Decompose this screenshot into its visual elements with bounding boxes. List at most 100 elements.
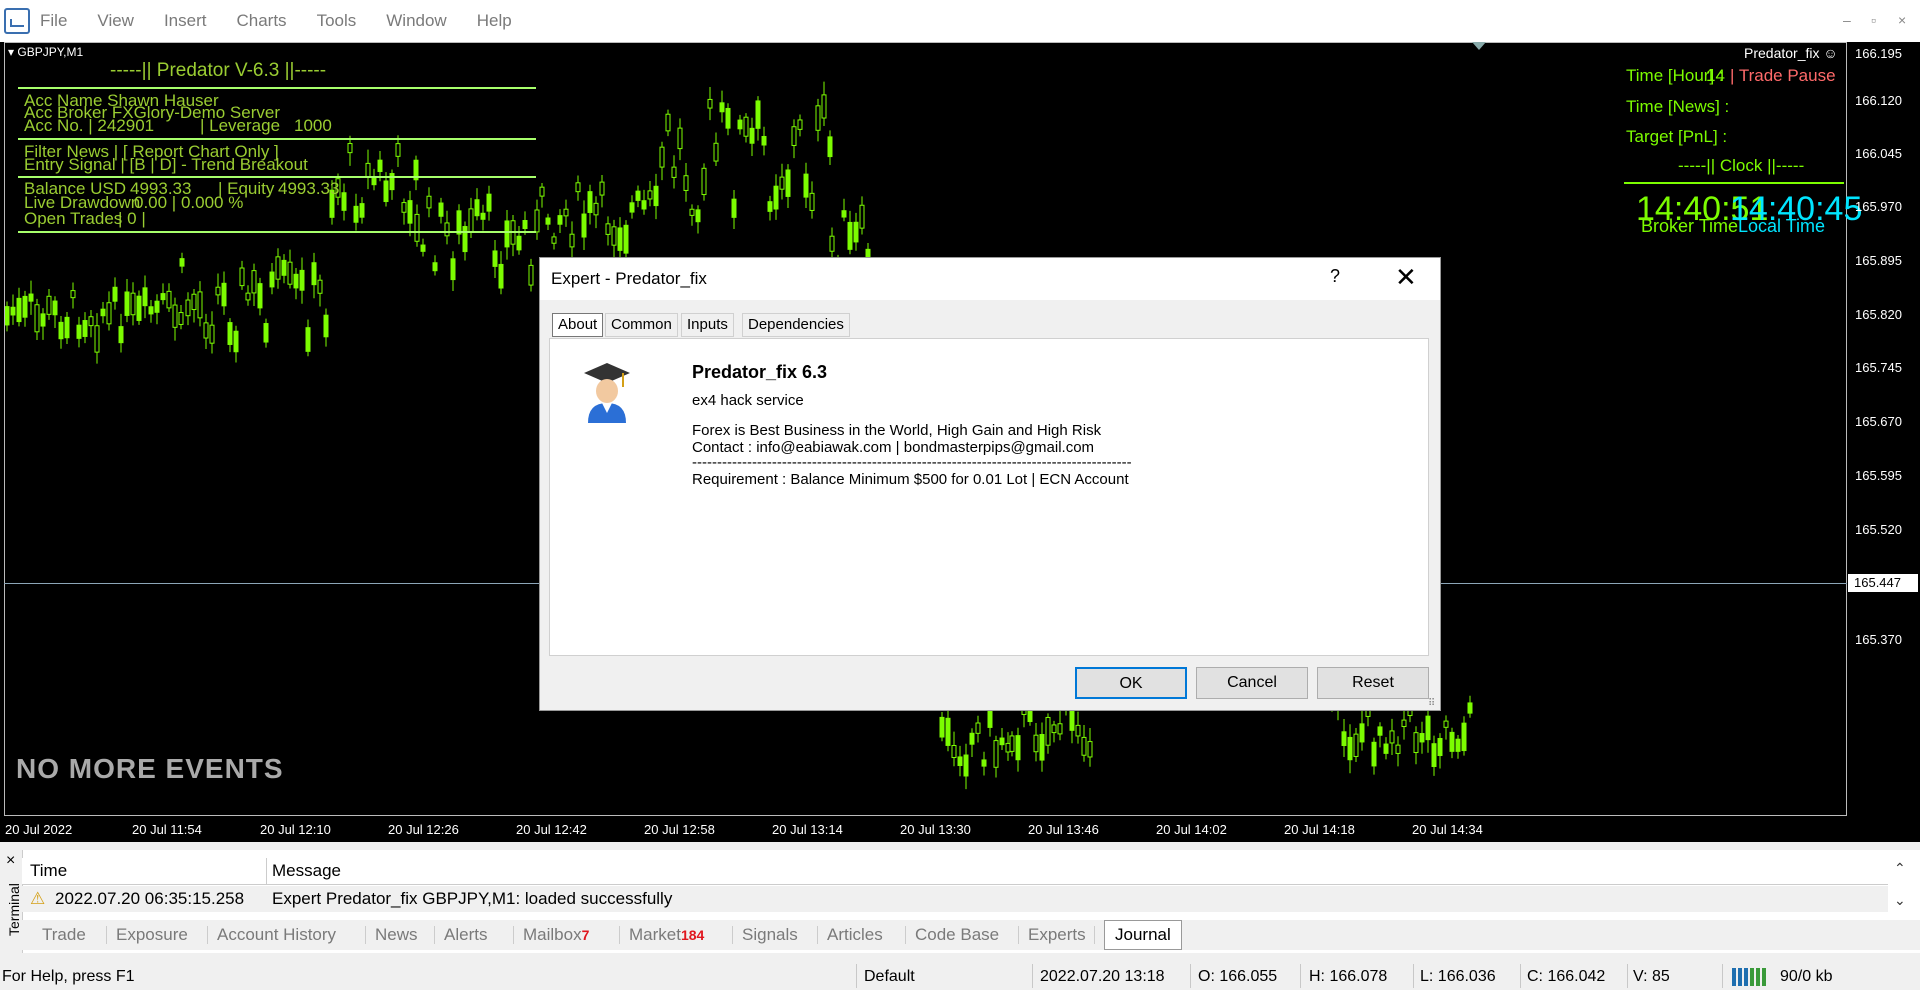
tab-mailbox[interactable]: Mailbox7 xyxy=(523,925,589,945)
tab-exposure[interactable]: Exposure xyxy=(116,925,188,945)
menu-insert[interactable]: Insert xyxy=(164,11,207,31)
candle-body xyxy=(1005,742,1011,753)
tab-journal[interactable]: Journal xyxy=(1104,920,1182,950)
candle-body xyxy=(975,722,981,734)
tab-news[interactable]: News xyxy=(375,925,418,945)
tab-account-history[interactable]: Account History xyxy=(217,925,336,945)
symbol-label: ▾ GBPJPY,M1 xyxy=(8,45,84,59)
candle-body xyxy=(677,127,683,150)
broker-time-label: Broker Time xyxy=(1641,216,1739,236)
candle-body xyxy=(761,135,767,146)
status-traffic: 90/0 kb xyxy=(1780,968,1833,985)
help-icon[interactable]: ? xyxy=(1330,266,1340,287)
ok-button[interactable]: OK xyxy=(1075,667,1187,699)
candle-body xyxy=(1377,726,1383,736)
candle-body xyxy=(1015,735,1021,761)
trade-pause-status: | Trade Pause xyxy=(1730,66,1836,85)
candle-body xyxy=(593,202,599,216)
candle-body xyxy=(112,286,118,302)
menu-bar: File View Insert Charts Tools Window Hel… xyxy=(0,0,1920,43)
price-tick-label: 165.745 xyxy=(1855,360,1902,375)
menu-tools[interactable]: Tools xyxy=(317,11,357,31)
warning-icon: ⚠ xyxy=(30,889,46,908)
resize-grip-icon[interactable]: ⠿ xyxy=(1428,698,1435,709)
close-icon[interactable]: × xyxy=(6,852,15,870)
candle-body xyxy=(545,217,551,225)
column-time[interactable]: Time xyxy=(30,861,67,881)
candle-body xyxy=(939,716,945,738)
candle-body xyxy=(1431,743,1437,767)
tab-dependencies[interactable]: Dependencies xyxy=(742,313,850,337)
log-time: 2022.07.20 06:35:15.258 xyxy=(55,889,245,908)
candle-body xyxy=(773,185,779,210)
shift-marker-icon[interactable] xyxy=(1472,42,1486,50)
minimize-icon[interactable]: – xyxy=(1843,12,1851,28)
tab-separator xyxy=(817,926,818,944)
status-close: C: 166.042 xyxy=(1527,968,1606,985)
panel-divider xyxy=(18,138,536,140)
tab-about[interactable]: About xyxy=(552,313,604,337)
entry-signal: Entry Signal | [B | D] - Trend Breakout xyxy=(24,155,308,174)
candle-body xyxy=(10,306,16,316)
candle-body xyxy=(70,290,76,299)
restore-icon[interactable]: ▫ xyxy=(1871,12,1876,28)
tab-common[interactable]: Common xyxy=(605,313,678,337)
candle-body xyxy=(130,292,136,316)
cancel-button[interactable]: Cancel xyxy=(1196,667,1308,699)
dialog-titlebar[interactable]: Expert - Predator_fix ? ✕ xyxy=(540,258,1440,300)
chevron-down-icon[interactable]: ⌄ xyxy=(1894,892,1906,909)
tab-articles[interactable]: Articles xyxy=(827,925,883,945)
price-tick-label: 165.520 xyxy=(1855,522,1902,537)
candle-body xyxy=(414,213,420,242)
table-row[interactable]: ⚠ 2022.07.20 06:35:15.258 Expert Predato… xyxy=(22,886,1888,912)
menu-view[interactable]: View xyxy=(97,11,134,31)
candle-body xyxy=(683,175,689,191)
time-news-label: Time [News] : xyxy=(1626,97,1730,116)
candle-body xyxy=(1461,722,1467,752)
connection-bars-icon xyxy=(1732,968,1766,986)
close-icon[interactable]: × xyxy=(1898,12,1906,28)
tab-separator xyxy=(434,926,435,944)
candle-body xyxy=(821,94,827,119)
candle-body xyxy=(755,100,761,129)
column-message[interactable]: Message xyxy=(272,861,341,881)
local-time-label: Local Time xyxy=(1738,216,1826,236)
candle-body xyxy=(847,221,853,250)
candle-body xyxy=(629,202,635,213)
tab-code-base[interactable]: Code Base xyxy=(915,925,999,945)
candle-body xyxy=(293,273,299,289)
tab-inputs[interactable]: Inputs xyxy=(681,313,734,337)
candle-body xyxy=(557,215,563,225)
reset-button[interactable]: Reset xyxy=(1317,667,1429,699)
status-profile: Default xyxy=(864,968,915,985)
candle-body xyxy=(707,98,713,109)
tab-trade[interactable]: Trade xyxy=(42,925,86,945)
tab-separator xyxy=(207,926,208,944)
tab-signals[interactable]: Signals xyxy=(742,925,798,945)
terminal-scrollbar[interactable]: ⌃ ⌄ xyxy=(1888,858,1912,914)
candle-body xyxy=(136,295,142,321)
menu-file[interactable]: File xyxy=(40,11,67,31)
tab-label: Alerts xyxy=(444,925,488,944)
close-icon[interactable]: ✕ xyxy=(1395,262,1417,293)
menu-charts[interactable]: Charts xyxy=(236,11,286,31)
candle-body xyxy=(1081,736,1087,756)
candle-body xyxy=(779,176,785,190)
tab-experts[interactable]: Experts xyxy=(1028,925,1086,945)
time-tick-label: 20 Jul 13:30 xyxy=(900,822,971,837)
menu-window[interactable]: Window xyxy=(386,11,446,31)
candle-body xyxy=(486,193,492,212)
status-separator xyxy=(1300,964,1301,988)
tab-market[interactable]: Market184 xyxy=(629,925,704,945)
candle-body xyxy=(719,102,725,113)
time-tick-label: 20 Jul 12:26 xyxy=(388,822,459,837)
candle-body xyxy=(203,322,209,339)
candle-body xyxy=(504,220,510,248)
candle-body xyxy=(1443,720,1449,728)
chevron-up-icon[interactable]: ⌃ xyxy=(1894,860,1906,877)
candle-body xyxy=(522,220,528,230)
tab-badge: 184 xyxy=(680,927,705,943)
candle-body xyxy=(1347,736,1353,761)
menu-help[interactable]: Help xyxy=(477,11,512,31)
tab-alerts[interactable]: Alerts xyxy=(444,925,487,945)
